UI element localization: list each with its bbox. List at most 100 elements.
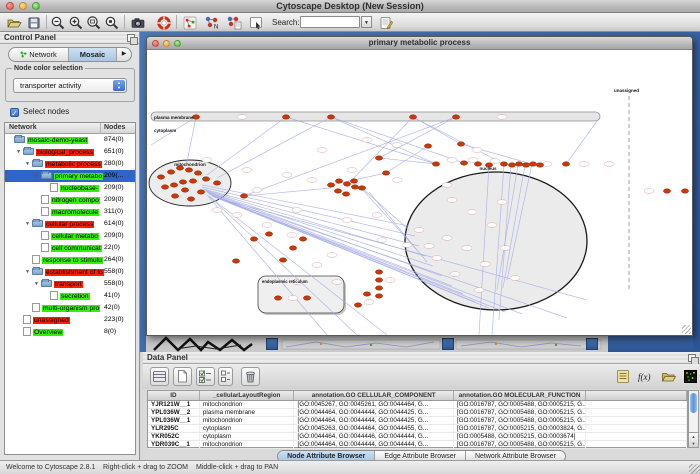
network-node[interactable] <box>536 163 543 167</box>
network-node[interactable] <box>327 115 334 119</box>
network-node[interactable] <box>375 278 382 282</box>
zoom-in-button[interactable] <box>68 14 85 31</box>
network-node[interactable] <box>327 183 334 187</box>
network-node[interactable] <box>432 162 439 166</box>
network-node[interactable] <box>334 189 341 193</box>
tree-row[interactable]: ▼multi-organism pro42(0) <box>5 302 135 314</box>
tree-row[interactable]: ▼unassigned223(0) <box>5 314 135 326</box>
tree-row[interactable]: ▼cellular process614(0) <box>5 218 135 230</box>
network-node[interactable] <box>265 232 272 236</box>
unselect-attributes-button[interactable] <box>218 367 233 386</box>
network-node[interactable] <box>681 189 688 193</box>
disclosure-triangle-icon[interactable]: ▼ <box>25 266 32 278</box>
network-node[interactable] <box>181 188 188 192</box>
table-row[interactable]: YLR295Ccytoplasm[GO:0045263, GO:0044464,… <box>148 425 687 433</box>
network-node[interactable] <box>240 194 247 198</box>
network-node[interactable] <box>375 156 382 160</box>
tree-row[interactable]: ▼nucleobase-209(0) <box>5 182 135 194</box>
network-node[interactable] <box>354 303 361 307</box>
zoom-out-button[interactable] <box>50 14 67 31</box>
disclosure-triangle-icon[interactable]: ▼ <box>34 170 41 182</box>
network-edge[interactable] <box>202 185 409 226</box>
annotation-button[interactable] <box>248 14 265 31</box>
snapshot-button[interactable] <box>130 14 147 31</box>
network-node[interactable] <box>351 185 358 189</box>
network-edge[interactable] <box>362 188 409 230</box>
network-edge[interactable] <box>331 117 436 164</box>
network-node[interactable] <box>303 296 310 300</box>
table-column-header[interactable]: ID <box>148 391 200 400</box>
tree-row[interactable]: ▼primary metabo209(... <box>5 170 135 182</box>
network-node[interactable] <box>457 142 464 146</box>
table-column-header[interactable] <box>586 391 687 400</box>
table-column-header[interactable]: annotation.GO MOLECULAR_FUNCTION <box>454 391 587 400</box>
network-canvas[interactable]: plasma membrane cytoplasm mitochondrion … <box>147 50 692 335</box>
network-node[interactable] <box>375 270 382 274</box>
network-node[interactable] <box>179 180 186 184</box>
network-node[interactable] <box>250 237 257 241</box>
network-node[interactable] <box>452 115 459 119</box>
network-node[interactable] <box>187 197 194 201</box>
network-node[interactable] <box>289 246 296 250</box>
network-node[interactable] <box>197 190 204 194</box>
attribute-table-button[interactable] <box>150 367 169 386</box>
disclosure-triangle-icon[interactable]: ▼ <box>16 146 23 158</box>
background-window-icon[interactable] <box>266 338 278 350</box>
filter-button[interactable] <box>226 14 243 31</box>
table-scrollbar[interactable]: ▲▼ <box>688 390 699 448</box>
network-node[interactable] <box>189 179 196 183</box>
network-node[interactable] <box>375 294 382 298</box>
scrollbar-arrows[interactable]: ▲▼ <box>689 432 698 447</box>
table-row[interactable]: YDR039C__1mitochondrion[GO:0044464, GO:0… <box>148 441 687 449</box>
disclosure-triangle-icon[interactable]: ▼ <box>34 278 41 290</box>
network-node[interactable] <box>282 115 289 119</box>
network-node[interactable] <box>500 162 507 166</box>
network-node[interactable] <box>562 162 569 166</box>
table-row[interactable]: YKR052Ccytoplasm[GO:0044464, GO:0044446,… <box>148 433 687 441</box>
tree-row[interactable]: ▼Overview8(0) <box>5 326 135 338</box>
table-row[interactable]: YPL036W__2plasma membrane[GO:0044464, GO… <box>148 409 687 417</box>
attribute-matrix-button[interactable] <box>682 367 700 386</box>
select-attributes-button[interactable] <box>196 367 215 386</box>
tab-network[interactable]: Network <box>9 48 69 61</box>
new-attribute-button[interactable] <box>173 367 192 386</box>
tab-mosaic[interactable]: Mosaic <box>69 48 117 61</box>
tree-row[interactable]: ▼secretion41(0) <box>5 290 135 302</box>
network-node[interactable] <box>335 179 342 183</box>
nucleus-region[interactable] <box>405 172 587 310</box>
tree-row[interactable]: ▼macromolecule311(0) <box>5 206 135 218</box>
float-panel-icon[interactable] <box>127 34 135 42</box>
tree-row[interactable]: ▼biological_process651(0) <box>5 146 135 158</box>
network-node[interactable] <box>375 286 382 290</box>
network-node[interactable] <box>663 189 670 193</box>
network-node[interactable] <box>202 177 209 181</box>
disclosure-triangle-icon[interactable]: ▼ <box>25 218 32 230</box>
plasma-membrane-region[interactable] <box>151 112 600 121</box>
network-node[interactable] <box>167 170 174 174</box>
tree-row[interactable]: ▼cellular metabo209(0) <box>5 230 135 242</box>
network-node[interactable] <box>382 171 389 175</box>
network-edge[interactable] <box>286 117 436 164</box>
network-node[interactable] <box>194 171 201 175</box>
select-nodes-checkbox[interactable]: ✓ <box>10 108 19 117</box>
network-node[interactable] <box>170 183 177 187</box>
network-node[interactable] <box>515 162 522 166</box>
background-window-icon[interactable] <box>442 338 454 350</box>
network-node[interactable] <box>409 115 416 119</box>
network-node[interactable] <box>279 258 286 262</box>
table-row[interactable]: YPL036W__1mitochondrion[GO:0044464, GO:0… <box>148 417 687 425</box>
tree-row[interactable]: ▼metabolic process280(0) <box>5 158 135 170</box>
network-edge[interactable] <box>566 117 600 164</box>
attribute-batch-editor-button[interactable] <box>378 14 395 31</box>
network-node[interactable] <box>343 182 350 186</box>
network-node[interactable] <box>460 161 467 165</box>
network-view-titlebar[interactable]: primary metabolic process <box>147 37 692 50</box>
network-edge[interactable] <box>207 117 286 175</box>
open-file-button[interactable] <box>6 14 23 31</box>
network-node[interactable] <box>171 194 178 198</box>
tree-row[interactable]: ▼response to stimulu264(0) <box>5 254 135 266</box>
vizmapper-button[interactable]: N <box>204 14 221 31</box>
tree-row[interactable]: ▼mosaic-demo-yeast874(0) <box>5 134 135 146</box>
tree-row[interactable]: ▼nitrogen compo209(0) <box>5 194 135 206</box>
network-node[interactable] <box>299 237 306 241</box>
